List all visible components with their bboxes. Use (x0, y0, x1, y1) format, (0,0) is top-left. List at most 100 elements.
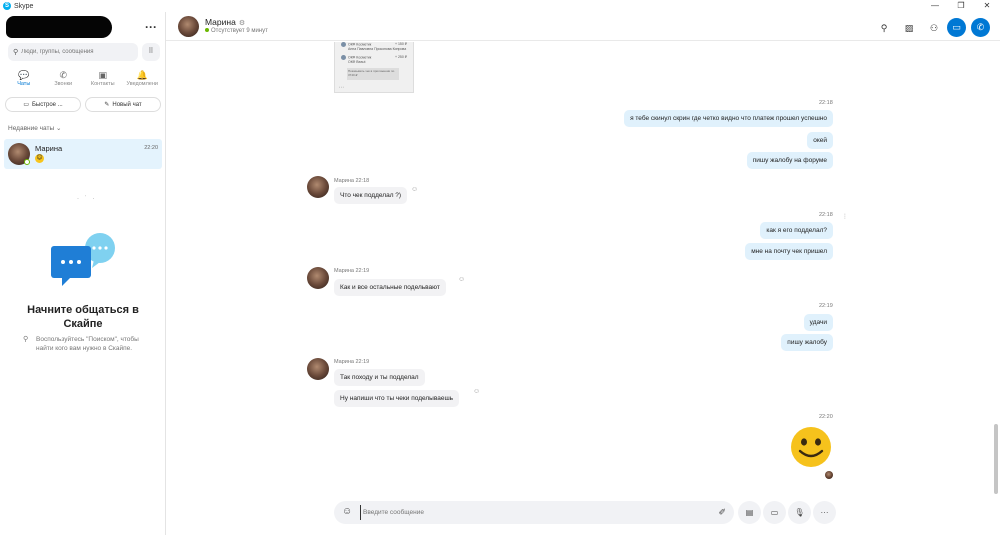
chat-time: 22:20 (144, 145, 158, 151)
chat-header: Марина ⚙ Отсутствует 9 минут ⚲ ▨ ⚇ ▭ ✆ (166, 12, 1000, 41)
more-options-icon[interactable]: ··· (145, 20, 157, 34)
contact-name: Марина (205, 17, 236, 27)
tab-contacts[interactable]: ▣ Контакты (83, 69, 123, 87)
profile-row[interactable]: ··· (6, 14, 161, 38)
thumb-row: ОКФ Косметик + 250 ₽ ОКФ Beaut (341, 55, 409, 64)
tab-notifications[interactable]: 🔔 Уведомлени (123, 69, 163, 87)
compose-icon: ✎ (104, 102, 110, 108)
read-receipt-avatar (825, 471, 833, 479)
new-chat-label: Новый чат (112, 101, 142, 108)
contact-avatar[interactable] (178, 16, 199, 37)
chat-name: Марина (35, 144, 63, 153)
tab-notifications-label: Уведомлени (126, 81, 158, 87)
message-list: ОКФ Косметик + 150 ₽ Анна Павловна Проко… (166, 42, 1000, 490)
thumb-row-amount: + 250 ₽ (394, 55, 407, 59)
thumb-row-sub: Анна Павловна Прокопова Кипрова (348, 47, 407, 51)
scrollbar[interactable] (994, 424, 998, 494)
nav-tabs: 💬 Чаты ✆ Звонки ▣ Контакты 🔔 Уведомлени (4, 69, 162, 87)
skype-logo-icon: S (3, 2, 11, 10)
microphone-button[interactable]: 🎙 (788, 501, 811, 524)
dialpad-button[interactable]: ⠿ (142, 43, 160, 61)
message-timestamp: 22:18 (819, 212, 833, 218)
contact-name-row[interactable]: Марина ⚙ (205, 17, 245, 27)
contact-card-button[interactable]: ▭ (763, 501, 786, 524)
message-bubble-incoming[interactable]: Ну напиши что ты чеки поделываешь (334, 390, 460, 407)
message-composer: ☺ ✐ (334, 501, 734, 524)
search-icon: ⚲ (23, 336, 29, 343)
message-timestamp: 22:20 (819, 414, 833, 420)
add-reaction-icon[interactable]: ☺ (411, 186, 418, 193)
empty-state-title: Начните общаться в Скайпе (27, 304, 139, 330)
sender-avatar[interactable] (307, 358, 329, 380)
search-in-chat-icon[interactable]: ⚲ (876, 20, 892, 36)
message-bubble-outgoing[interactable]: мне на почту чек пришел (745, 243, 833, 260)
redacted-profile (6, 16, 112, 38)
tab-contacts-label: Контакты (90, 81, 115, 87)
attach-file-button[interactable]: ▤ (738, 501, 761, 524)
message-bubble-outgoing[interactable]: пишу жалобу на форуме (746, 152, 833, 169)
thumb-row: ОКФ Косметик + 150 ₽ Анна Павловна Проко… (341, 42, 409, 51)
message-timestamp: 22:19 (819, 303, 833, 309)
contact-status: Отсутствует 9 минут (205, 28, 268, 34)
thumb-bank-icon (341, 55, 346, 60)
sender-avatar[interactable] (307, 267, 329, 289)
add-reaction-icon[interactable]: ☺ (473, 388, 480, 395)
contacts-icon: ▣ (98, 70, 107, 80)
close-button[interactable]: ✕ (974, 0, 1000, 12)
message-options-icon[interactable]: ⋮ (842, 213, 848, 220)
gallery-icon[interactable]: ▨ (901, 20, 917, 36)
settings-icon[interactable]: ⚙ (239, 20, 245, 27)
search-icon: ⚲ (13, 49, 19, 56)
tab-calls-label: Звонки (54, 81, 73, 87)
video-icon: ▭ (23, 102, 29, 108)
empty-state-hint: ⚲ Воспользуйтесь "Поиском", чтобы найти … (23, 335, 144, 353)
tab-chats-label: Чаты (17, 81, 31, 87)
chat-preview: 😊 (35, 154, 44, 163)
message-bubble-outgoing[interactable]: как я его подделал? (760, 222, 833, 239)
chat-list-item[interactable]: Марина 22:20 😊 (4, 139, 162, 169)
new-chat-button[interactable]: ✎ Новый чат (85, 97, 161, 112)
window-controls: — ❐ ✕ (922, 0, 1000, 12)
message-bubble-incoming[interactable]: Что чек подделал ?) (334, 187, 408, 204)
smile-emoji-icon[interactable] (790, 426, 832, 468)
thumb-row-text: ОКФ Косметик (348, 42, 372, 47)
sidebar: ··· ⚲ ⠿ 💬 Чаты ✆ Звонки ▣ Контакты 🔔 Уве… (0, 12, 166, 535)
thumb-footer: • • • (339, 85, 344, 89)
presence-dot-icon (205, 28, 209, 32)
tab-chats[interactable]: 💬 Чаты (4, 69, 44, 87)
emoji-picker-icon[interactable]: ☺ (342, 505, 352, 519)
hint-text: Воспользуйтесь "Поиском", чтобы найти ко… (36, 336, 139, 352)
message-bubble-incoming[interactable]: Так походу и ты подделал (334, 369, 425, 386)
message-input[interactable] (360, 505, 700, 520)
format-text-icon[interactable]: ✐ (718, 505, 726, 520)
chat-icon: 💬 (18, 70, 30, 80)
minimize-button[interactable]: — (922, 0, 948, 12)
thumb-note: Показывать чек в приложении по 3740 ₽ (347, 68, 399, 80)
audio-call-button[interactable]: ✆ (971, 18, 990, 37)
message-bubble-outgoing[interactable]: я тебе скинул скрин где четко видно что … (624, 110, 833, 127)
phone-icon: ✆ (59, 70, 68, 80)
thumb-row-amount: + 150 ₽ (394, 42, 407, 46)
message-bubble-incoming[interactable]: Как и все остальные подельвают (334, 279, 446, 296)
bell-icon: 🔔 (136, 70, 148, 80)
more-options-button[interactable]: ··· (813, 501, 836, 524)
maximize-button[interactable]: ❐ (948, 0, 974, 12)
search-input[interactable] (21, 49, 132, 55)
search-box[interactable]: ⚲ (8, 43, 138, 61)
tab-calls[interactable]: ✆ Звонки (44, 69, 84, 87)
video-call-button[interactable]: ▭ (947, 18, 966, 37)
sender-avatar[interactable] (307, 176, 329, 198)
message-bubble-outgoing[interactable]: пишу жалобу (781, 334, 833, 351)
thumb-row-sub: ОКФ Beaut (348, 60, 366, 64)
add-people-icon[interactable]: ⚇ (926, 20, 942, 36)
recent-chats-label[interactable]: Недавние чаты ⌄ (8, 124, 61, 132)
message-bubble-outgoing[interactable]: удачи (803, 314, 833, 331)
shared-image-thumbnail[interactable]: ОКФ Косметик + 150 ₽ Анна Павловна Проко… (334, 42, 414, 93)
status-text: Отсутствует 9 минут (211, 28, 268, 34)
quick-meeting-button[interactable]: ▭ Быстрое ... (5, 97, 81, 112)
thumb-bank-icon (341, 42, 346, 47)
add-reaction-icon[interactable]: ☺ (458, 276, 465, 283)
thumb-row-text: ОКФ Косметик (348, 55, 372, 60)
title-bar: S Skype — ❐ ✕ (0, 0, 1000, 12)
message-bubble-outgoing[interactable]: окей (807, 132, 833, 149)
